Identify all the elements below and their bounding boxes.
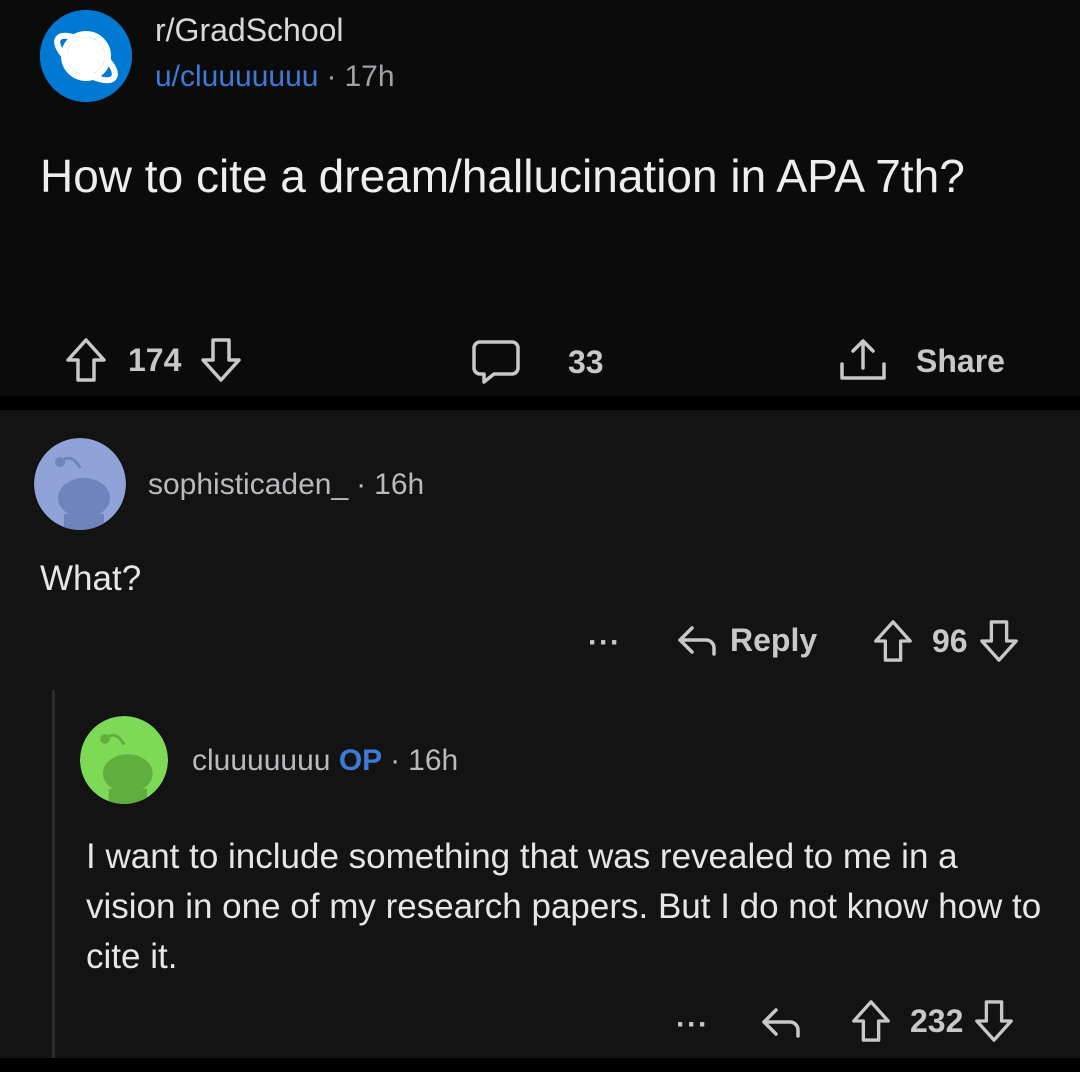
reply-arrow-icon (760, 1002, 802, 1042)
downvote-icon[interactable] (973, 998, 1015, 1044)
avatar[interactable] (34, 438, 126, 530)
reply-button[interactable] (760, 1002, 802, 1042)
reply-button[interactable]: Reply (676, 620, 817, 660)
upvote-icon[interactable] (850, 998, 892, 1044)
reply-arrow-icon (676, 620, 718, 660)
op-badge: OP (338, 744, 383, 777)
post-vote-bar: 174 (64, 336, 243, 384)
post-author[interactable]: u/cluuuuuuu (155, 60, 318, 93)
planet-icon (40, 10, 132, 102)
comment-username[interactable]: cluuuuuuu (192, 744, 330, 777)
meta-separator: · (326, 60, 337, 93)
subreddit-icon[interactable] (40, 10, 132, 102)
snoo-avatar-icon (34, 438, 126, 530)
subreddit-name[interactable]: r/GradSchool (155, 12, 344, 49)
share-button[interactable]: Share (836, 336, 1005, 386)
share-icon (836, 336, 890, 386)
comment-age: 16h (374, 468, 425, 501)
post-card: r/GradSchool u/cluuuuuuu · 17h How to cite… (0, 0, 1080, 396)
downvote-icon[interactable] (199, 336, 243, 384)
meta-separator: · (390, 744, 401, 777)
comment-author-line: cluuuuuuu OP · 16h (192, 744, 458, 778)
meta-separator: · (356, 468, 367, 501)
comment-username[interactable]: sophisticaden_ (148, 468, 348, 501)
comment-count: 33 (568, 343, 604, 380)
post-score: 174 (128, 341, 182, 378)
more-options-button[interactable]: ··· (588, 626, 621, 660)
comment-age: 16h (408, 744, 459, 777)
avatar[interactable] (80, 716, 168, 804)
comment-bubble-icon (470, 338, 522, 386)
upvote-icon[interactable] (872, 618, 914, 664)
bottom-edge (0, 1058, 1080, 1072)
post-title[interactable]: How to cite a dream/hallucination in APA… (40, 148, 1060, 204)
snoo-avatar-icon (80, 716, 168, 804)
post-age: 17h (344, 60, 395, 93)
comment-body: What? (40, 559, 142, 598)
comment-body: I want to include something that was rev… (86, 837, 1042, 976)
downvote-icon[interactable] (978, 618, 1020, 664)
comment-vote-bar: 232 (850, 998, 1015, 1044)
more-options-button[interactable]: ··· (676, 1008, 709, 1042)
section-divider (0, 396, 1080, 410)
post-meta: u/cluuuuuuu · 17h (155, 60, 395, 94)
comment-author-line: sophisticaden_ · 16h (148, 468, 424, 502)
comment-score: 96 (932, 622, 968, 659)
reply-label: Reply (730, 621, 818, 658)
post-comments-button[interactable]: 33 (470, 338, 604, 386)
comment-vote-bar: 96 (872, 618, 1020, 664)
comment-score: 232 (910, 1002, 964, 1039)
share-label: Share (916, 342, 1005, 379)
upvote-icon[interactable] (64, 336, 108, 384)
thread-line[interactable] (52, 690, 55, 1058)
